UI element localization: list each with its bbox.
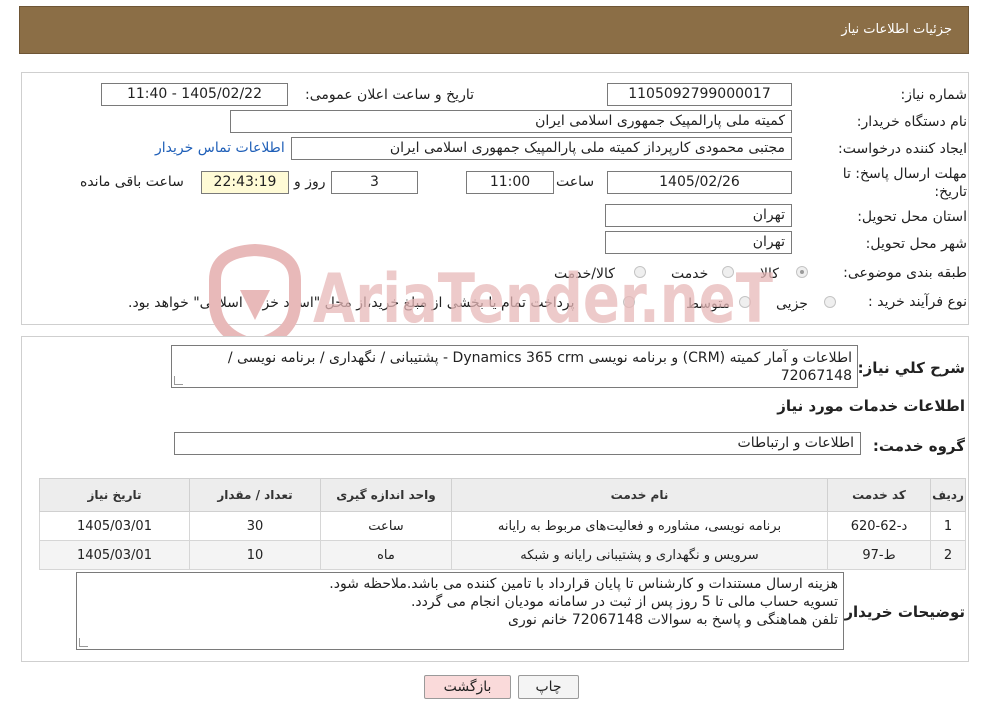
deadline-time-field: 11:00 <box>466 171 554 194</box>
category-radio-goods-service[interactable] <box>634 266 646 278</box>
province-label: استان محل تحویل: <box>857 209 967 225</box>
page-header: جزئیات اطلاعات نیاز <box>19 6 969 54</box>
col-quantity: تعداد / مقدار <box>189 478 321 512</box>
buyer-contact-link[interactable]: اطلاعات تماس خریدار <box>155 140 285 156</box>
remaining-time-field: 22:43:19 <box>201 171 289 194</box>
col-service-code: کد خدمت <box>827 478 931 512</box>
buyer-notes-label: توضیحات خریدار: <box>838 603 965 621</box>
category-option-service: خدمت <box>671 266 709 282</box>
process-treasury-note: پرداخت تمام یا بخشی از مبلغ خرید،از محل … <box>128 295 575 311</box>
category-radio-goods[interactable] <box>796 266 808 278</box>
buyer-notes-field[interactable]: هزینه ارسال مستندات و کارشناس تا پایان ق… <box>76 572 844 650</box>
services-section-title: اطلاعات خدمات مورد نیاز <box>777 397 965 415</box>
category-label: طبقه بندی موضوعی: <box>843 265 967 281</box>
cell-row-number: 2 <box>930 540 966 570</box>
deadline-label-line1: مهلت ارسال پاسخ: تا <box>842 166 967 182</box>
print-button[interactable]: چاپ <box>518 675 579 699</box>
summary-text: اطلاعات و آمار کمیته (CRM) و برنامه نویس… <box>227 350 852 384</box>
city-field: تهران <box>605 231 792 254</box>
need-number-label: شماره نیاز: <box>900 87 968 103</box>
service-group-label: گروه خدمت: <box>872 437 965 455</box>
cell-service-code: ط-97 <box>827 540 931 570</box>
page-title: جزئیات اطلاعات نیاز <box>841 22 952 37</box>
remaining-days-field: 3 <box>331 171 418 194</box>
back-button[interactable]: بازگشت <box>424 675 511 699</box>
cell-need-date: 1405/03/01 <box>39 511 190 541</box>
process-option-minor: جزیی <box>776 296 808 312</box>
cell-service-name: برنامه نویسی، مشاوره و فعالیت‌های مربوط … <box>451 511 828 541</box>
buyer-note-line: تلفن هماهنگی و پاسخ به سوالات 72067148 خ… <box>508 612 838 628</box>
table-row: 1 د-62-620 برنامه نویسی، مشاوره و فعالیت… <box>39 511 966 541</box>
category-option-goods: کالا <box>760 266 779 282</box>
summary-resize-grip[interactable] <box>174 376 183 385</box>
need-number-field: 1105092799000017 <box>607 83 792 106</box>
summary-label: شرح کلي نیاز: <box>857 359 965 377</box>
col-service-name: نام خدمت <box>451 478 828 512</box>
deadline-date-field: 1405/02/26 <box>607 171 792 194</box>
buyer-notes-resize-grip[interactable] <box>79 638 88 647</box>
process-type-label: نوع فرآیند خرید : <box>868 294 967 310</box>
process-option-medium: متوسط <box>686 296 730 312</box>
cell-quantity: 30 <box>189 511 321 541</box>
summary-field[interactable]: اطلاعات و آمار کمیته (CRM) و برنامه نویس… <box>171 345 858 388</box>
buyer-org-field: کمیته ملی پارالمپیک جمهوری اسلامی ایران <box>230 110 792 133</box>
col-row-number: ردیف <box>930 478 966 512</box>
city-label: شهر محل تحویل: <box>865 236 967 252</box>
process-radio-treasury[interactable] <box>623 296 635 308</box>
cell-service-code: د-62-620 <box>827 511 931 541</box>
cell-unit: ماه <box>320 540 452 570</box>
deadline-time-label: ساعت <box>556 174 595 190</box>
category-option-goods-service: کالا/خدمت <box>554 266 615 282</box>
buyer-org-label: نام دستگاه خریدار: <box>856 114 967 130</box>
buyer-note-line: تسویه حساب مالی تا 5 روز پس از ثبت در سا… <box>410 594 838 610</box>
cell-need-date: 1405/03/01 <box>39 540 190 570</box>
cell-quantity: 10 <box>189 540 321 570</box>
days-label: روز و <box>294 174 326 190</box>
province-field: تهران <box>605 204 792 227</box>
cell-service-name: سرویس و نگهداری و پشتیبانی رایانه و شبکه <box>451 540 828 570</box>
announce-datetime-label: تاریخ و ساعت اعلان عمومی: <box>305 87 474 103</box>
category-radio-service[interactable] <box>722 266 734 278</box>
service-group-field: اطلاعات و ارتباطات <box>174 432 861 455</box>
col-need-date: تاریخ نیاز <box>39 478 190 512</box>
creator-field: مجتبی محمودی کارپرداز کمیته ملی پارالمپی… <box>291 137 792 160</box>
creator-label: ایجاد کننده درخواست: <box>838 141 967 157</box>
cell-row-number: 1 <box>930 511 966 541</box>
table-row: 2 ط-97 سرویس و نگهداری و پشتیبانی رایانه… <box>39 540 966 570</box>
process-radio-medium[interactable] <box>739 296 751 308</box>
buyer-note-line: هزینه ارسال مستندات و کارشناس تا پایان ق… <box>329 576 838 592</box>
deadline-label-line2: تاریخ: <box>934 184 967 200</box>
cell-unit: ساعت <box>320 511 452 541</box>
process-radio-minor[interactable] <box>824 296 836 308</box>
remaining-time-label: ساعت باقی مانده <box>80 174 184 190</box>
announce-datetime-field: 1405/02/22 - 11:40 <box>101 83 288 106</box>
services-table: ردیف کد خدمت نام خدمت واحد اندازه گیری ت… <box>39 478 966 570</box>
services-table-header: ردیف کد خدمت نام خدمت واحد اندازه گیری ت… <box>39 478 966 512</box>
col-unit: واحد اندازه گیری <box>320 478 452 512</box>
